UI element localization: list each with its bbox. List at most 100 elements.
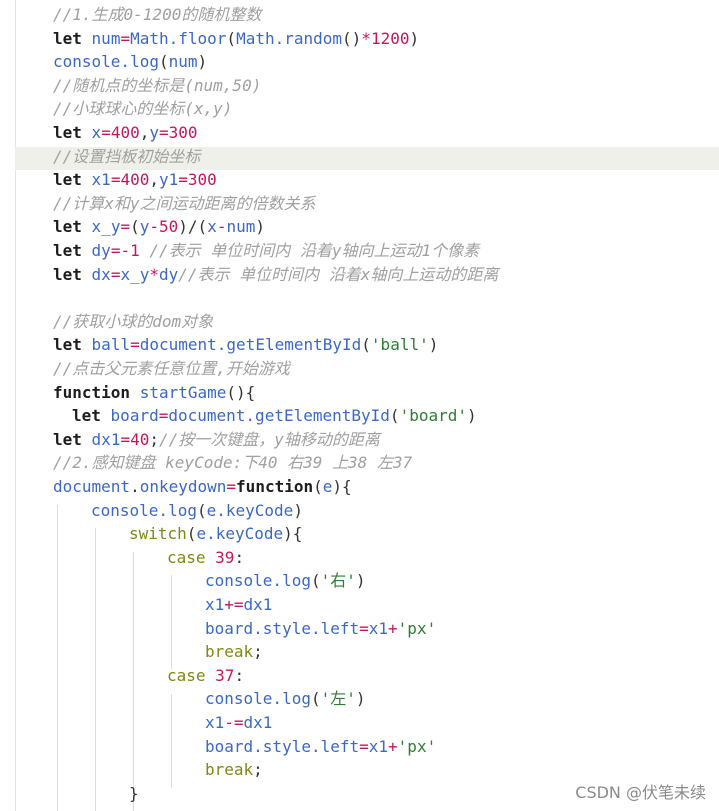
code-line[interactable]: let x=400,y=300 bbox=[53, 121, 198, 145]
code-token-comment: //点击父元素任意位置,开始游戏 bbox=[53, 359, 290, 378]
code-line[interactable]: console.log(num) bbox=[53, 50, 207, 74]
code-token-plain: ; bbox=[149, 429, 159, 449]
code-line[interactable]: case 37: bbox=[167, 664, 244, 688]
indent-guide bbox=[95, 528, 96, 811]
code-line[interactable]: //1.生成0-1200的随机整数 bbox=[53, 3, 261, 27]
code-token-keyword: let bbox=[53, 335, 82, 355]
code-token-keyword: let bbox=[53, 217, 82, 237]
code-token-comment: //2.感知键盘 keyCode:下40 右39 上38 左37 bbox=[53, 453, 413, 473]
code-token-op: += bbox=[224, 595, 244, 614]
code-token-string: 'px' bbox=[397, 618, 437, 638]
code-line[interactable]: let ball=document.getElementById('ball') bbox=[53, 333, 438, 357]
code-token-plain: )/( bbox=[178, 217, 208, 237]
code-token-plain: () bbox=[342, 28, 362, 48]
code-token-variable: x_y bbox=[120, 264, 150, 284]
code-token-number: 1200 bbox=[370, 28, 410, 48]
code-token-variable: dy bbox=[159, 264, 179, 284]
code-token-variable: dy bbox=[91, 241, 111, 260]
code-token-variable: num bbox=[168, 52, 198, 72]
code-line[interactable]: let dx1=40;//按一次键盘，y轴移动的距离 bbox=[53, 428, 380, 452]
code-line[interactable]: console.log(e.keyCode) bbox=[91, 499, 303, 523]
indent-guide bbox=[171, 694, 172, 788]
code-line[interactable]: let x1=400,y1=300 bbox=[53, 168, 217, 192]
code-token-string: '左' bbox=[320, 689, 356, 709]
code-line[interactable]: console.log('左') bbox=[205, 687, 366, 711]
code-token-variable: num bbox=[226, 217, 256, 237]
code-token-op: = bbox=[158, 406, 169, 426]
indent-guide bbox=[57, 505, 58, 811]
code-token-plain: ( bbox=[196, 500, 207, 520]
code-line[interactable]: x1-=dx1 bbox=[205, 711, 272, 735]
code-token-plain: ; bbox=[253, 760, 263, 780]
code-token-keyword: function bbox=[236, 477, 314, 496]
code-token-comment: //表示 单位时间内 沿着y轴向上运动1个像素 bbox=[149, 241, 480, 260]
code-line[interactable]: //小球球心的坐标(x,y) bbox=[53, 97, 232, 121]
watermark: CSDN @伏笔未续 bbox=[575, 783, 706, 802]
code-token-comment: //按一次键盘，y轴移动的距离 bbox=[159, 429, 380, 449]
code-token-variable: x1 bbox=[205, 595, 225, 614]
code-token-op: = bbox=[110, 264, 121, 284]
code-token-plain: ) bbox=[355, 689, 366, 709]
code-line[interactable]: //2.感知键盘 keyCode:下40 右39 上38 左37 bbox=[53, 451, 412, 475]
code-token-number: 39 bbox=[215, 547, 235, 567]
code-token-fn: onkeydown bbox=[139, 477, 227, 496]
code-line[interactable]: //随机点的坐标是(num,50) bbox=[53, 74, 261, 98]
code-line[interactable]: let dy=-1 //表示 单位时间内 沿着y轴向上运动1个像素 bbox=[53, 239, 479, 263]
code-token-op: = bbox=[359, 736, 369, 756]
code-line[interactable]: case 39: bbox=[167, 546, 244, 570]
code-token-variable: x1 bbox=[368, 736, 389, 756]
code-token-keyword: let bbox=[53, 429, 82, 449]
code-line[interactable]: document.onkeydown=function(e){ bbox=[53, 475, 352, 499]
code-token-fn: startGame bbox=[139, 382, 227, 402]
code-token-plain: ( bbox=[226, 28, 237, 48]
code-token-fn: document.getElementById bbox=[168, 406, 390, 426]
code-token-number: 300 bbox=[168, 123, 198, 142]
code-token-plain: , bbox=[149, 170, 159, 190]
code-line[interactable]: break; bbox=[205, 758, 263, 782]
code-line[interactable]: let num=Math.floor(Math.random()*1200) bbox=[53, 27, 419, 51]
code-token-variable: x bbox=[207, 217, 217, 237]
code-token-plain: ) bbox=[293, 500, 303, 520]
code-token-plain: , bbox=[139, 123, 150, 142]
code-token-fn: Math.floor bbox=[130, 28, 227, 48]
code-token-fn: console.log bbox=[205, 571, 311, 591]
code-token-op: * bbox=[149, 264, 159, 284]
code-token-variable: x1 bbox=[91, 170, 111, 190]
code-token-comment: //表示 单位时间内 沿着x轴向上运动的距离 bbox=[178, 264, 499, 284]
code-token-keyword: let bbox=[53, 264, 82, 284]
code-token-fn: console.log bbox=[91, 500, 197, 520]
code-token-op: + bbox=[388, 618, 398, 638]
code-line[interactable]: board.style.left=x1+'px' bbox=[205, 735, 436, 759]
code-line[interactable]: let dx=x_y*dy//表示 单位时间内 沿着x轴向上运动的距离 bbox=[53, 263, 498, 287]
code-line[interactable]: function startGame(){ bbox=[53, 381, 255, 405]
code-line[interactable]: } bbox=[129, 782, 139, 806]
code-token-fn: console.log bbox=[53, 52, 159, 72]
code-token-number: 1 bbox=[130, 241, 140, 260]
code-token-variable: num bbox=[91, 28, 121, 48]
code-token-keyword: let bbox=[53, 28, 82, 48]
code-line[interactable]: let x_y=(y-50)/(x-num) bbox=[53, 215, 265, 239]
code-line[interactable]: break; bbox=[205, 640, 263, 664]
code-token-number: 37 bbox=[215, 665, 235, 685]
code-line[interactable]: //点击父元素任意位置,开始游戏 bbox=[53, 357, 290, 381]
code-token-op: = bbox=[226, 477, 237, 496]
code-token-variable: dx1 bbox=[243, 595, 273, 614]
code-token-op: =- bbox=[110, 241, 131, 260]
code-line[interactable]: //计算x和y之间运动距离的倍数关系 bbox=[53, 192, 316, 216]
code-line[interactable]: //获取小球的dom对象 bbox=[53, 310, 213, 334]
code-line[interactable]: //设置挡板初始坐标 bbox=[53, 145, 200, 169]
code-line[interactable]: let board=document.getElementById('board… bbox=[72, 404, 477, 428]
code-token-variable: y bbox=[149, 123, 160, 142]
code-token-keyword: let bbox=[72, 406, 101, 426]
code-line[interactable]: x1+=dx1 bbox=[205, 593, 272, 617]
code-token-plain: ( bbox=[310, 689, 321, 709]
code-token-plain: (){ bbox=[226, 382, 256, 402]
code-line[interactable]: switch(e.keyCode){ bbox=[129, 522, 302, 546]
code-line[interactable]: board.style.left=x1+'px' bbox=[205, 617, 436, 641]
code-line[interactable]: console.log('右') bbox=[205, 569, 366, 593]
gutter-divider bbox=[15, 0, 16, 811]
code-token-comment: //1.生成0-1200的随机整数 bbox=[53, 5, 262, 24]
code-token-variable: board.style.left bbox=[205, 736, 360, 756]
